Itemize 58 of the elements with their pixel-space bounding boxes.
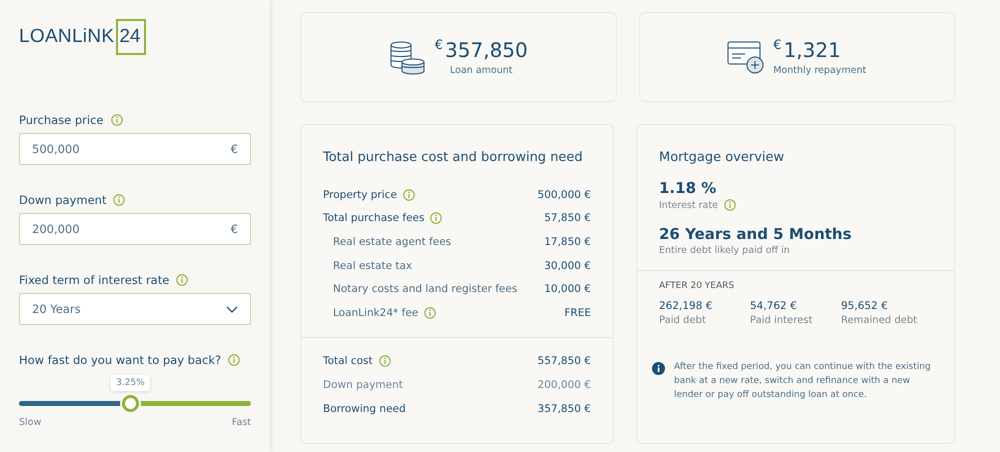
amount-caption: Loan amount bbox=[449, 65, 514, 76]
value-tooltip: 3.25% bbox=[111, 375, 150, 391]
card-title: Mortgage overview bbox=[659, 149, 786, 165]
stat-value: 1.18 % bbox=[659, 179, 718, 197]
card-title: Total purchase cost and borrowing need bbox=[322, 149, 584, 167]
slider-thumb[interactable] bbox=[122, 395, 140, 412]
row-label: Property price bbox=[323, 188, 397, 201]
amount-value: 1,321 bbox=[784, 38, 841, 62]
row-label: Total cost bbox=[323, 355, 373, 368]
field-label: Purchase price bbox=[19, 113, 104, 127]
row-label: LoanLink24* fee bbox=[333, 306, 418, 319]
info-note: After the fixed period, you can continue with the existing bank at a new rate, switch and refinance with a new lender or pay off outstanding loan at once. bbox=[674, 361, 932, 402]
row-value: FREE bbox=[564, 306, 591, 319]
period-value: 54,762 € bbox=[750, 300, 798, 312]
info-icon bbox=[652, 362, 665, 375]
logo-number: 24 bbox=[116, 19, 146, 55]
period-value: 262,198 € bbox=[659, 300, 714, 312]
currency-symbol: € bbox=[773, 38, 782, 53]
row-value: 30,000 € bbox=[544, 260, 591, 272]
coins-icon bbox=[390, 42, 424, 74]
stat-value: 26 Years and 5 Months bbox=[659, 225, 853, 243]
row-label: Notary costs and land register fees bbox=[333, 283, 518, 296]
row-value: 357,850 € bbox=[538, 402, 591, 415]
section-heading: AFTER 20 YEARS bbox=[659, 281, 736, 291]
chevron-down-icon bbox=[226, 306, 238, 312]
field-label: Fixed term of interest rate bbox=[19, 273, 170, 287]
row-label: Real estate tax bbox=[333, 260, 412, 272]
amount-caption: Monthly repayment bbox=[773, 65, 866, 76]
row-value: 10,000 € bbox=[544, 283, 591, 296]
slider-track[interactable] bbox=[19, 395, 251, 412]
row-value: 557,850 € bbox=[538, 355, 591, 368]
currency-unit: € bbox=[230, 142, 238, 156]
row-value: 57,850 € bbox=[544, 212, 591, 224]
input-field[interactable]: 200,000 € bbox=[19, 213, 251, 245]
field-label: Down payment bbox=[19, 193, 106, 207]
currency-unit: € bbox=[230, 222, 238, 236]
row-label: Borrowing need bbox=[323, 402, 406, 415]
row-label: Down payment bbox=[323, 378, 403, 391]
credit-card-icon bbox=[728, 42, 764, 74]
row-value: 500,000 € bbox=[538, 188, 591, 201]
row-label: Real estate agent fees bbox=[333, 236, 452, 248]
period-caption: Paid interest bbox=[750, 315, 814, 326]
row-value: 200,000 € bbox=[538, 378, 591, 391]
stat-caption: Interest rate bbox=[659, 200, 718, 210]
period-caption: Paid debt bbox=[659, 315, 707, 326]
slider-max-label: Fast bbox=[232, 417, 251, 428]
row-value: 17,850 € bbox=[544, 236, 591, 248]
logo-wordmark: LOANLiNK bbox=[19, 26, 114, 48]
row-label: Total purchase fees bbox=[323, 212, 424, 224]
field-label: How fast do you want to pay back? bbox=[19, 353, 222, 367]
select-dropdown[interactable]: 20 Years bbox=[19, 293, 251, 325]
period-caption: Remained debt bbox=[841, 315, 918, 326]
amount-value: 357,850 bbox=[445, 38, 528, 62]
period-value: 95,652 € bbox=[841, 300, 889, 312]
slider-min-label: Slow bbox=[19, 417, 42, 428]
input-field[interactable]: 500,000 € bbox=[19, 133, 251, 165]
currency-symbol: € bbox=[434, 38, 444, 53]
stat-caption: Entire debt likely paid off in bbox=[659, 245, 790, 256]
